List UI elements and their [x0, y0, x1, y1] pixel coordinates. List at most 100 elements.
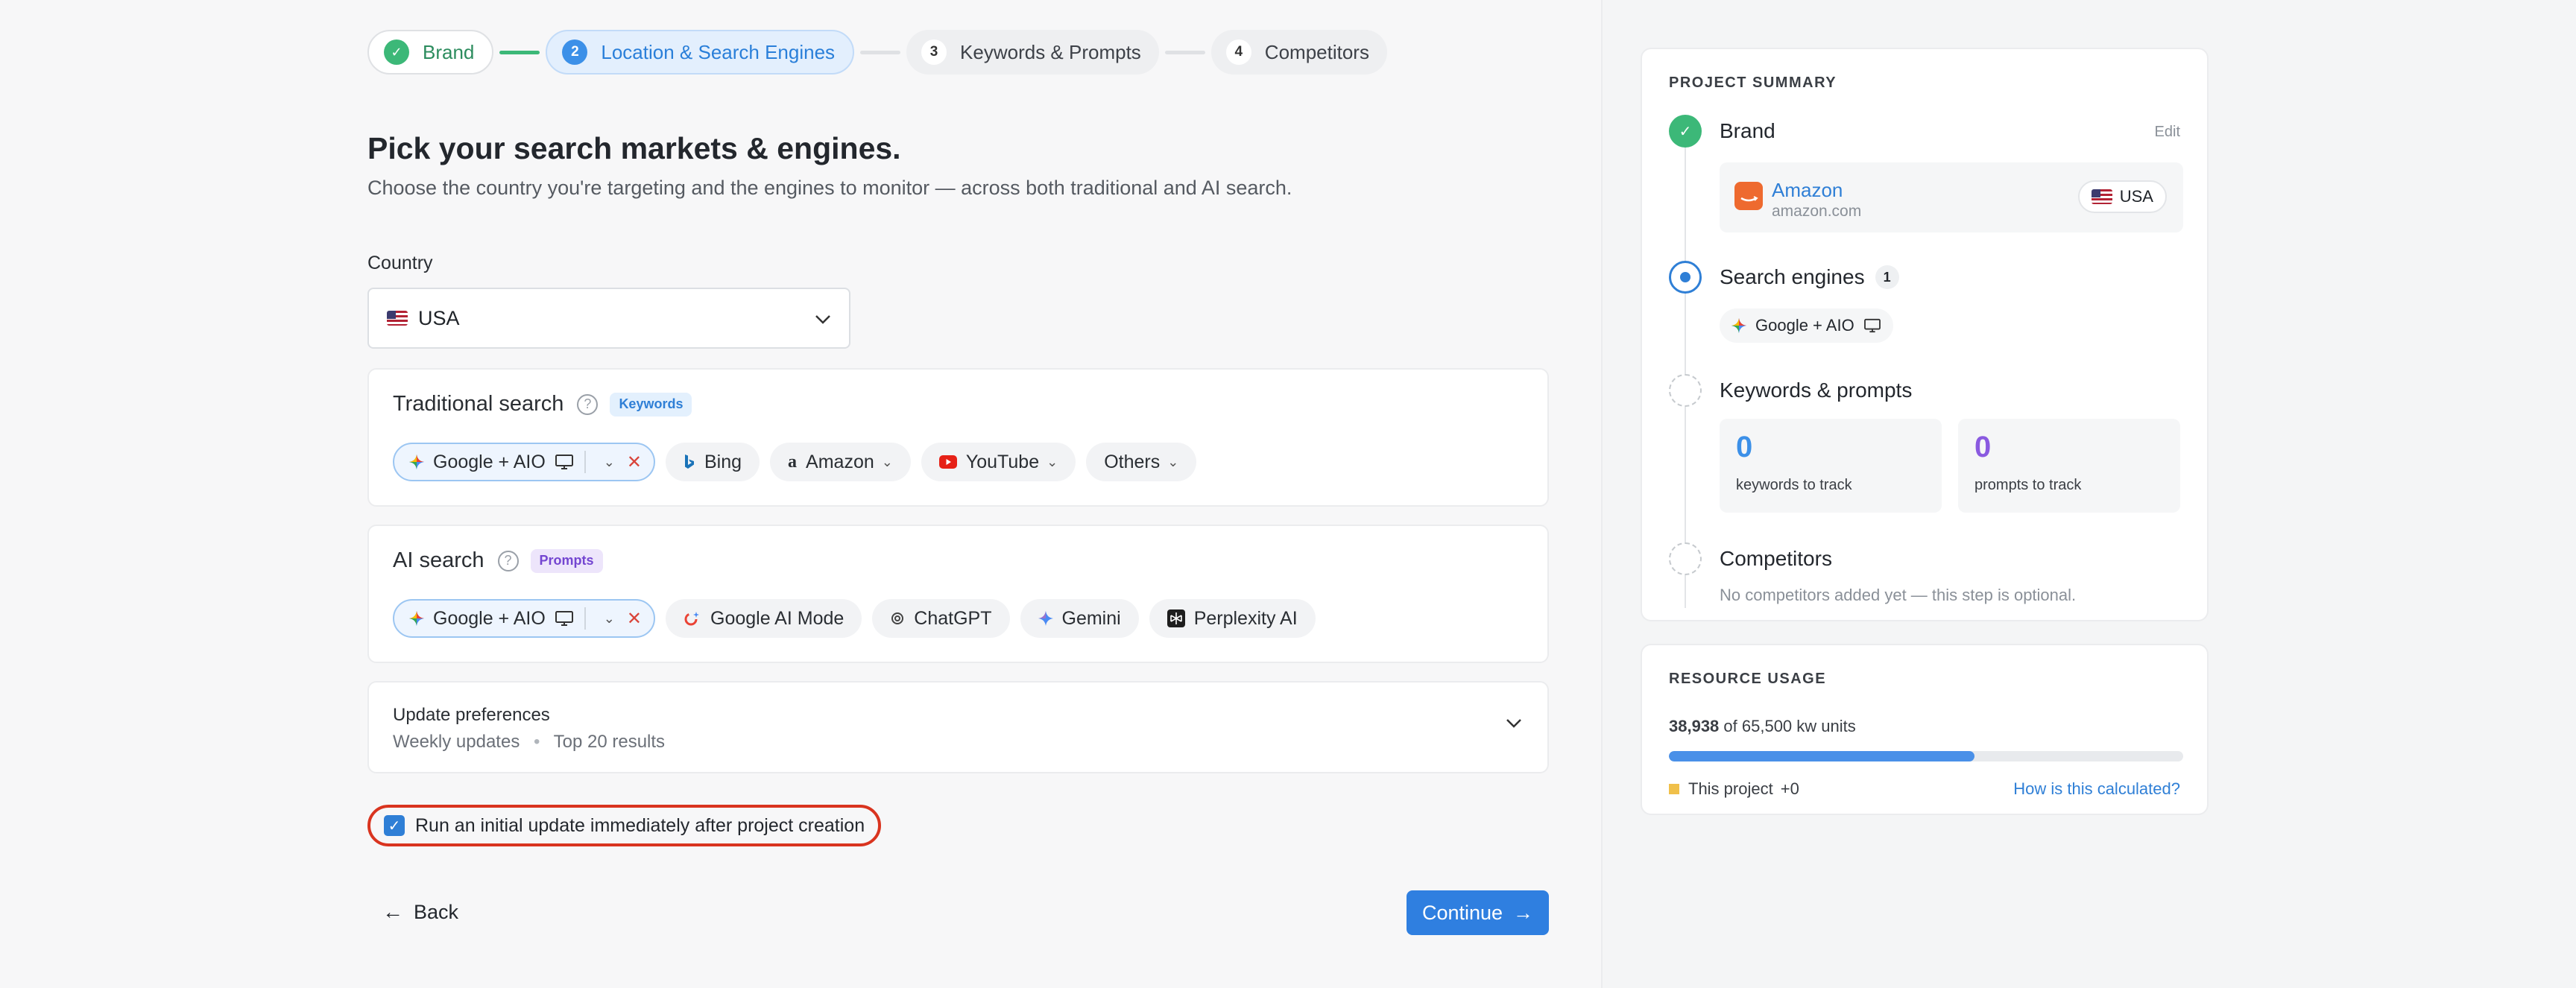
- ai-engine-chip-google-aio[interactable]: Google + AIO ⌄ ✕: [393, 599, 655, 638]
- arrow-right-icon: →: [1513, 901, 1534, 924]
- initial-update-checkbox[interactable]: ✓: [384, 815, 405, 836]
- step-location[interactable]: 2 Location & Search Engines: [546, 30, 855, 75]
- edit-brand-link[interactable]: Edit: [2155, 124, 2180, 141]
- arrow-left-icon: ←: [382, 900, 403, 923]
- desktop-icon: [1863, 318, 1881, 333]
- traditional-search-title: Traditional search: [393, 392, 564, 416]
- chatgpt-icon: [890, 611, 905, 626]
- help-icon[interactable]: ?: [577, 393, 599, 415]
- chevron-down-icon: [815, 307, 831, 330]
- engine-chip-others[interactable]: Others ⌄: [1086, 443, 1197, 481]
- project-summary-card: PROJECT SUMMARY ✓ Brand Edit Amazon amaz…: [1641, 48, 2209, 621]
- check-icon: ✓: [1669, 115, 1702, 148]
- step-label: Competitors: [1264, 40, 1369, 63]
- current-step-icon: [1669, 261, 1702, 294]
- step-label: Brand: [423, 40, 475, 63]
- gemini-icon: [1038, 611, 1053, 626]
- this-project-usage: This project +0: [1669, 779, 1799, 799]
- step-number: 4: [1225, 39, 1251, 65]
- legend-swatch: [1669, 784, 1679, 794]
- resource-usage-card: RESOURCE USAGE 38,938 of 65,500 kw units…: [1641, 644, 2209, 815]
- ai-search-card: AI search ? Prompts Google + AIO ⌄ ✕ Goo…: [367, 525, 1549, 663]
- timeline-rail: [1685, 131, 1686, 608]
- chevron-down-icon: ⌄: [1167, 454, 1179, 469]
- engine-chip-google-aio[interactable]: Google + AIO ⌄ ✕: [393, 443, 655, 481]
- help-icon[interactable]: ?: [497, 550, 519, 571]
- google-gemini-icon: [1731, 318, 1746, 333]
- google-gemini-icon: [409, 611, 424, 626]
- brand-name[interactable]: Amazon: [1772, 179, 1843, 202]
- check-icon: ✓: [384, 39, 409, 65]
- youtube-icon: [938, 455, 957, 469]
- brand-domain: amazon.com: [1772, 203, 1862, 220]
- update-preferences-summary: Weekly updates • Top 20 results: [393, 732, 666, 752]
- amazon-icon: a: [788, 452, 798, 472]
- continue-button[interactable]: Continue →: [1407, 890, 1549, 935]
- bing-icon: [684, 454, 695, 470]
- initial-update-checkbox-row[interactable]: ✓ Run an initial update immediately afte…: [367, 805, 882, 846]
- close-icon[interactable]: ✕: [627, 452, 642, 473]
- summary-engine-pill: Google + AIO: [1720, 308, 1893, 343]
- us-flag-icon: [387, 311, 408, 326]
- back-button[interactable]: ← Back: [382, 900, 458, 924]
- pending-step-icon: [1669, 374, 1702, 407]
- resource-usage-bar: [1669, 751, 2183, 761]
- step-number: 2: [562, 39, 588, 65]
- traditional-search-card: Traditional search ? Keywords Google + A…: [367, 368, 1549, 507]
- engine-label: Google + AIO: [433, 451, 546, 472]
- step-keywords[interactable]: 3 Keywords & Prompts: [906, 30, 1159, 75]
- desktop-icon: [555, 610, 574, 627]
- page-subtitle: Choose the country you're targeting and …: [367, 177, 1292, 199]
- country-select[interactable]: USA: [367, 288, 850, 349]
- ai-engine-chip-perplexity[interactable]: Perplexity AI: [1149, 599, 1316, 638]
- ai-engine-chip-chatgpt[interactable]: ChatGPT: [872, 599, 1010, 638]
- summary-brand-title: Brand: [1720, 119, 1775, 142]
- google-ai-mode-icon: [684, 609, 701, 627]
- perplexity-icon: [1167, 609, 1185, 627]
- chevron-down-icon[interactable]: ⌄: [604, 455, 615, 470]
- how-calculated-link[interactable]: How is this calculated?: [2013, 779, 2180, 799]
- main-panel: ✓ Brand 2 Location & Search Engines 3 Ke…: [0, 0, 1601, 988]
- brand-box: Amazon amazon.com USA: [1720, 162, 2183, 232]
- step-label: Keywords & Prompts: [960, 40, 1141, 63]
- chevron-down-icon[interactable]: [1506, 718, 1522, 732]
- step-label: Location & Search Engines: [601, 40, 836, 63]
- engines-count-badge: 1: [1875, 265, 1899, 289]
- resource-usage-bar-fill: [1669, 751, 1975, 761]
- summary-keywords-title: Keywords & prompts: [1720, 379, 1913, 402]
- google-gemini-icon: [409, 455, 424, 469]
- update-preferences-title: Update preferences: [393, 705, 550, 725]
- ai-engine-chip-gemini[interactable]: Gemini: [1020, 599, 1139, 638]
- prompts-stat: 0 prompts to track: [1958, 419, 2180, 513]
- step-brand[interactable]: ✓ Brand: [367, 30, 494, 75]
- engine-chip-youtube[interactable]: YouTube ⌄: [921, 443, 1076, 481]
- step-competitors[interactable]: 4 Competitors: [1210, 30, 1387, 75]
- keywords-tag: Keywords: [610, 392, 692, 417]
- ai-search-title: AI search: [393, 548, 484, 572]
- step-connector: [499, 50, 540, 54]
- close-icon[interactable]: ✕: [627, 608, 642, 630]
- prompts-tag: Prompts: [530, 548, 603, 573]
- project-summary-heading: PROJECT SUMMARY: [1669, 75, 1837, 91]
- stepper: ✓ Brand 2 Location & Search Engines 3 Ke…: [367, 30, 1387, 75]
- summary-competitors-title: Competitors: [1720, 547, 1832, 570]
- engine-chip-bing[interactable]: Bing: [666, 443, 760, 481]
- competitors-note: No competitors added yet — this step is …: [1720, 586, 2077, 604]
- chevron-down-icon[interactable]: ⌄: [604, 611, 615, 627]
- country-label: Country: [367, 253, 433, 273]
- engine-chip-amazon[interactable]: a Amazon ⌄: [770, 443, 911, 481]
- ai-engine-chip-google-ai-mode[interactable]: Google AI Mode: [666, 599, 862, 638]
- resource-usage-text: 38,938 of 65,500 kw units: [1669, 717, 1856, 735]
- brand-country-pill: USA: [2077, 180, 2167, 213]
- pending-step-icon: [1669, 542, 1702, 575]
- keywords-stat: 0 keywords to track: [1720, 419, 1942, 513]
- country-value: USA: [418, 306, 460, 329]
- engine-label: Google + AIO: [433, 607, 546, 629]
- chevron-down-icon: ⌄: [1046, 454, 1058, 469]
- amazon-logo-icon: [1734, 182, 1763, 210]
- us-flag-icon: [2091, 189, 2112, 204]
- step-connector: [1164, 50, 1205, 54]
- update-preferences-card[interactable]: Update preferences Weekly updates • Top …: [367, 681, 1549, 773]
- summary-engines-title: Search engines 1: [1720, 265, 1899, 289]
- step-number: 3: [921, 39, 947, 65]
